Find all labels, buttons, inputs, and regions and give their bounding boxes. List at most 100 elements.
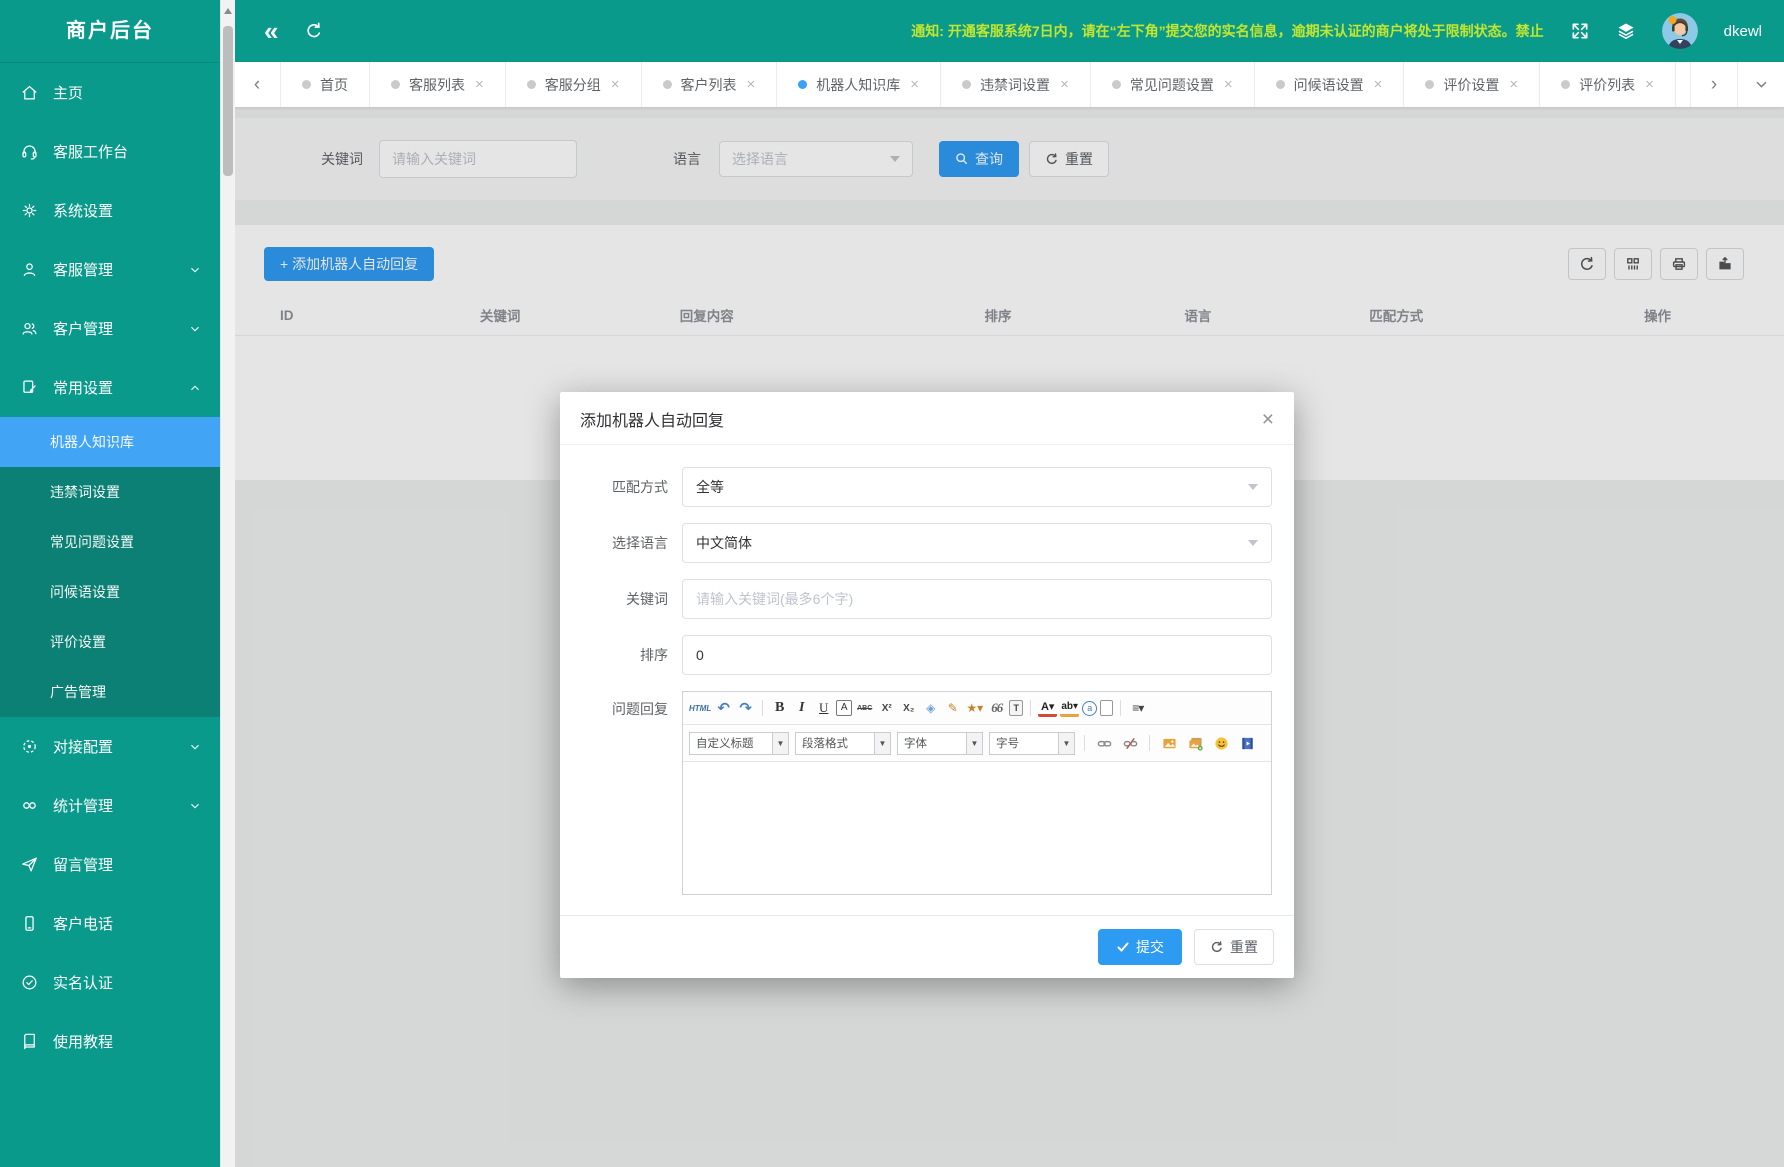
sidebar-item[interactable]: 使用教程 bbox=[0, 1012, 220, 1071]
tab-close-icon[interactable]: × bbox=[1224, 76, 1233, 93]
match-mode-select[interactable]: 全等 bbox=[682, 467, 1272, 507]
export-icon[interactable] bbox=[1706, 248, 1744, 280]
submit-button[interactable]: 提交 bbox=[1098, 929, 1182, 965]
users-icon bbox=[20, 319, 39, 338]
editor-select[interactable]: 段落格式 ▼ bbox=[795, 732, 891, 755]
vertical-scrollbar[interactable] bbox=[220, 0, 235, 1167]
sidebar-item[interactable]: 对接配置 bbox=[0, 717, 220, 776]
sort-input[interactable] bbox=[682, 635, 1272, 675]
close-icon[interactable]: × bbox=[1262, 409, 1274, 430]
sidebar-item[interactable]: 客服工作台 bbox=[0, 122, 220, 181]
image-icon[interactable] bbox=[1159, 733, 1179, 753]
layers-icon[interactable] bbox=[1616, 21, 1636, 41]
tab[interactable]: 客户列表 × bbox=[642, 62, 778, 107]
tab-close-icon[interactable]: × bbox=[1374, 76, 1383, 93]
link-icon[interactable] bbox=[1094, 733, 1114, 753]
editor-content[interactable] bbox=[683, 762, 1271, 894]
sidebar-item[interactable]: 主页 bbox=[0, 63, 220, 122]
eraser-icon[interactable]: ◈ bbox=[921, 698, 940, 718]
tab[interactable]: 问候语设置 × bbox=[1255, 62, 1405, 107]
tabs-menu-icon[interactable] bbox=[1737, 62, 1784, 107]
dialog-reset-button[interactable]: 重置 bbox=[1194, 929, 1274, 965]
tab-close-icon[interactable]: × bbox=[1645, 76, 1654, 93]
undo-icon[interactable]: ↶ bbox=[714, 698, 733, 718]
emoji-icon[interactable] bbox=[1211, 733, 1231, 753]
autotypeset-icon[interactable]: ★▾ bbox=[965, 698, 984, 718]
sidebar-subitem[interactable]: 问候语设置 bbox=[0, 567, 220, 617]
refresh-table-icon[interactable] bbox=[1568, 248, 1606, 280]
tab[interactable]: 违禁词设置 × bbox=[941, 62, 1091, 107]
unlink-icon[interactable] bbox=[1120, 733, 1140, 753]
superscript-icon[interactable]: X² bbox=[877, 698, 896, 718]
paste-word-icon[interactable]: T bbox=[1009, 700, 1023, 716]
sidebar-subitem[interactable]: 评价设置 bbox=[0, 617, 220, 667]
anchor-icon[interactable]: a bbox=[1082, 701, 1097, 716]
print-icon[interactable] bbox=[1660, 248, 1698, 280]
blockquote-icon[interactable]: 66 bbox=[987, 698, 1006, 718]
editor-select[interactable]: 字号 ▼ bbox=[989, 732, 1075, 755]
sidebar-item[interactable]: 常用设置 bbox=[0, 358, 220, 417]
redo-icon[interactable]: ↷ bbox=[736, 698, 755, 718]
refresh-page-icon[interactable] bbox=[304, 21, 324, 41]
tab-close-icon[interactable]: × bbox=[1509, 76, 1518, 93]
sidebar-item[interactable]: 客户管理 bbox=[0, 299, 220, 358]
tab[interactable]: 机器人知识库 × bbox=[777, 62, 941, 107]
tab-close-icon[interactable]: × bbox=[1060, 76, 1069, 93]
sidebar-subitem[interactable]: 广告管理 bbox=[0, 667, 220, 717]
collapse-sidebar-icon[interactable]: « bbox=[264, 18, 278, 44]
strikethrough-icon[interactable]: ABC bbox=[855, 698, 874, 718]
sidebar-item[interactable]: 实名认证 bbox=[0, 953, 220, 1012]
sidebar-subitem[interactable]: 违禁词设置 bbox=[0, 467, 220, 517]
dialog-keyword-input[interactable] bbox=[682, 579, 1272, 619]
font-color-icon[interactable]: A▾ bbox=[1038, 699, 1057, 717]
tab-close-icon[interactable]: × bbox=[747, 76, 756, 93]
tab-close-icon[interactable]: × bbox=[611, 76, 620, 93]
format-brush-icon[interactable]: ✎ bbox=[943, 698, 962, 718]
fullscreen-icon[interactable] bbox=[1570, 21, 1590, 41]
tab[interactable]: 客服分组 × bbox=[506, 62, 642, 107]
source-icon[interactable]: HTML bbox=[689, 698, 711, 718]
scrollbar-thumb[interactable] bbox=[223, 26, 233, 176]
username[interactable]: dkewl bbox=[1724, 23, 1762, 40]
tab-close-icon[interactable]: × bbox=[475, 76, 484, 93]
avatar[interactable] bbox=[1662, 13, 1698, 49]
highlight-icon[interactable]: ab▾ bbox=[1060, 699, 1079, 717]
columns-icon[interactable] bbox=[1614, 248, 1652, 280]
sidebar-item[interactable]: 留言管理 bbox=[0, 835, 220, 894]
sidebar-subitem[interactable]: 机器人知识库 bbox=[0, 417, 220, 467]
editor-select[interactable]: 字体 ▼ bbox=[897, 732, 983, 755]
sidebar-item[interactable]: 系统设置 bbox=[0, 181, 220, 240]
keyword-input[interactable] bbox=[379, 140, 577, 178]
add-auto-reply-button[interactable]: + 添加机器人自动回复 bbox=[264, 247, 434, 281]
new-page-icon[interactable] bbox=[1100, 700, 1113, 716]
sidebar-subitem[interactable]: 常见问题设置 bbox=[0, 517, 220, 567]
tab[interactable]: 常见问题设置 × bbox=[1091, 62, 1255, 107]
tab-close-icon[interactable]: × bbox=[910, 76, 919, 93]
sidebar-item[interactable]: 统计管理 bbox=[0, 776, 220, 835]
underline-icon[interactable]: U bbox=[814, 698, 833, 718]
tab-bar: ‹ 首页 × 客服列表 × bbox=[234, 62, 1784, 107]
tab[interactable]: 评价列表 × bbox=[1540, 62, 1676, 107]
italic-icon[interactable]: I bbox=[792, 698, 811, 718]
language-select-placeholder: 选择语言 bbox=[732, 149, 788, 169]
dialog-language-select[interactable]: 中文简体 bbox=[682, 523, 1272, 563]
tab[interactable]: 首页 × bbox=[281, 62, 370, 107]
subscript-icon[interactable]: X₂ bbox=[899, 698, 918, 718]
editor-select[interactable]: 自定义标题 ▼ bbox=[689, 732, 789, 755]
tab[interactable]: 客服列表 × bbox=[370, 62, 506, 107]
line-height-icon[interactable]: ≡▾ bbox=[1128, 698, 1147, 718]
scroll-up-icon[interactable] bbox=[224, 8, 232, 14]
video-icon[interactable] bbox=[1237, 733, 1257, 753]
sidebar-item[interactable]: 客服管理 bbox=[0, 240, 220, 299]
tab[interactable]: 评价设置 × bbox=[1404, 62, 1540, 107]
sidebar-item[interactable]: 客户电话 bbox=[0, 894, 220, 953]
search-button[interactable]: 查询 bbox=[939, 141, 1019, 177]
language-select[interactable]: 选择语言 bbox=[719, 141, 913, 177]
tabs-scroll-right-icon[interactable]: › bbox=[1690, 62, 1737, 107]
language-label: 语言 bbox=[673, 149, 701, 169]
bold-icon[interactable]: B bbox=[770, 698, 789, 718]
reset-button[interactable]: 重置 bbox=[1029, 141, 1109, 177]
font-border-icon[interactable]: A bbox=[836, 700, 852, 716]
tabs-scroll-left-icon[interactable]: ‹ bbox=[234, 62, 281, 107]
multi-image-icon[interactable] bbox=[1185, 733, 1205, 753]
